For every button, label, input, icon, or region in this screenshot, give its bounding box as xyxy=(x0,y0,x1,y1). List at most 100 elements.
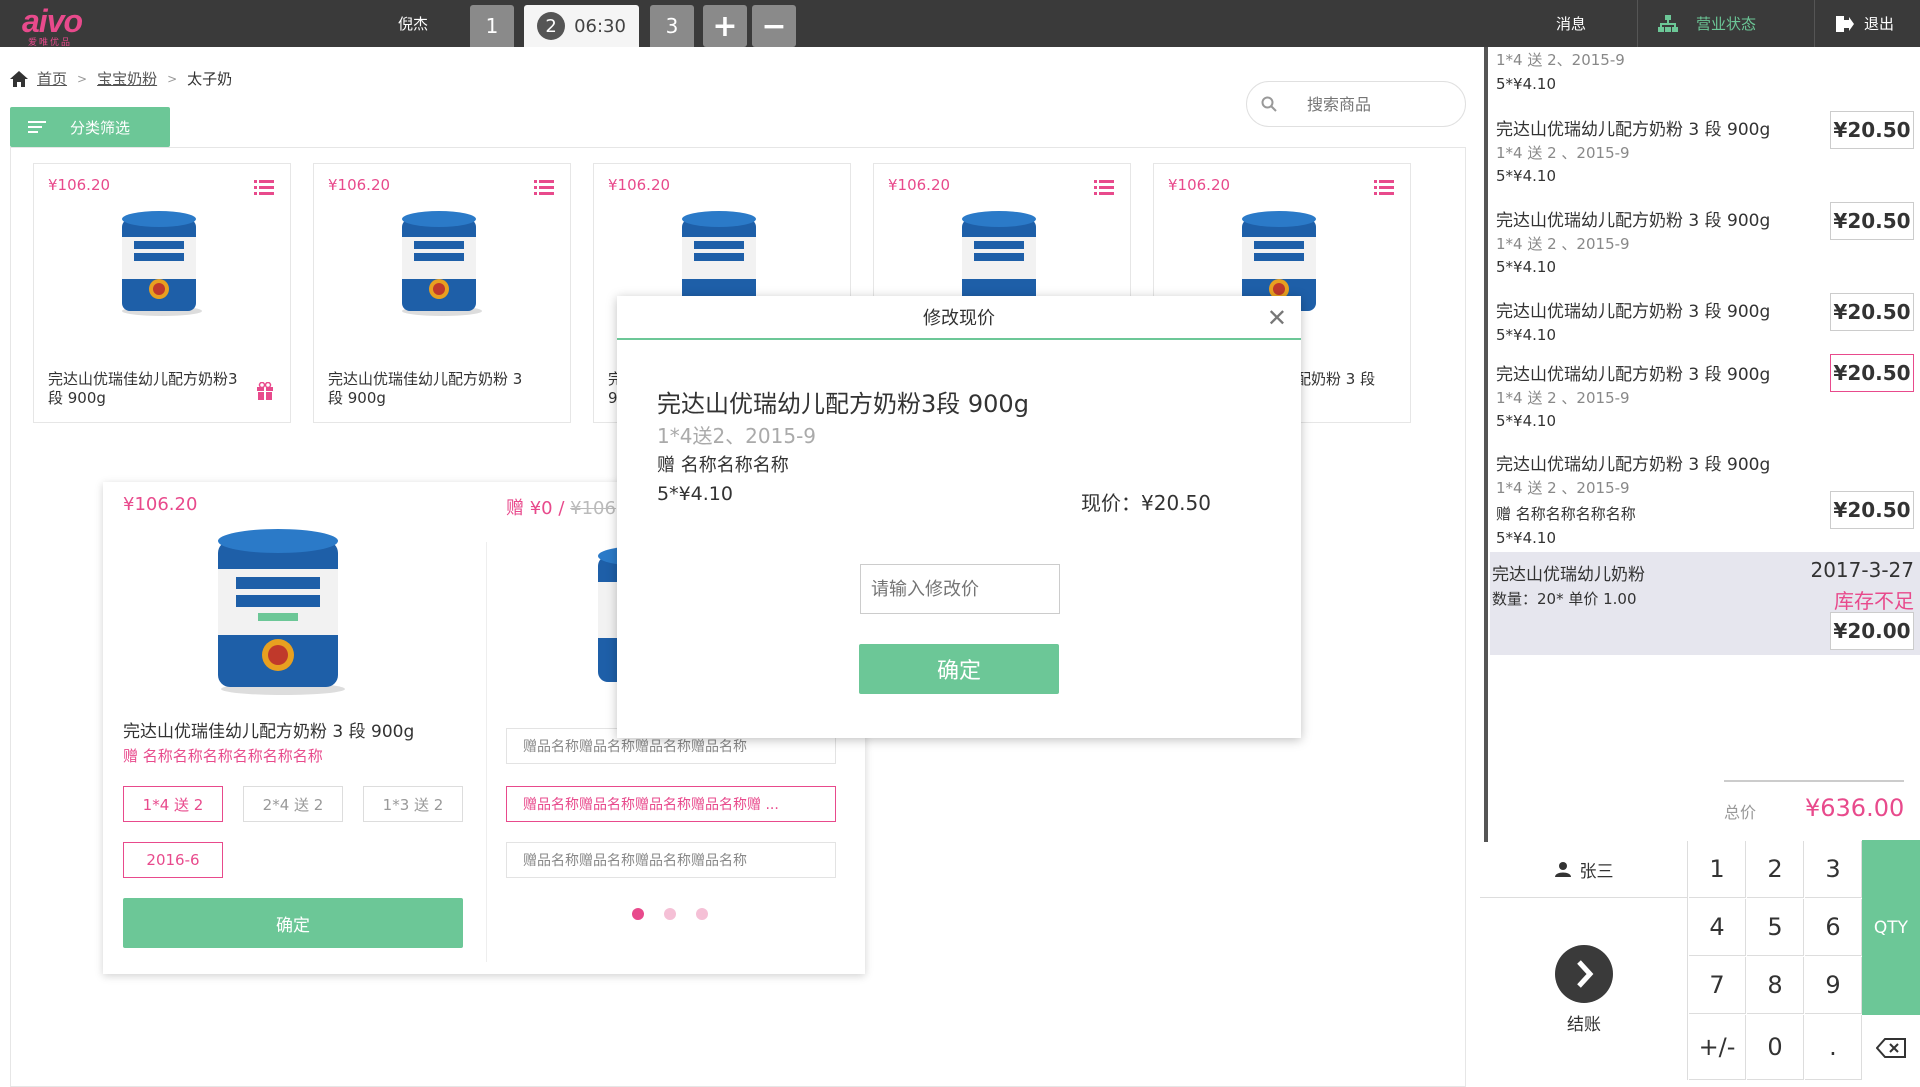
backspace-button[interactable] xyxy=(1862,1015,1920,1080)
product-price: ¥106.20 xyxy=(48,176,111,194)
order-item-qty: 5*¥4.10 xyxy=(1496,167,1556,185)
new-price-input[interactable] xyxy=(860,564,1060,614)
key-3[interactable]: 3 xyxy=(1805,841,1862,898)
order-item-spec: 1*4 送 2 、2015-9 xyxy=(1496,389,1630,407)
order-item-name: 完达山优瑞幼儿配方奶粉 3 段 900g xyxy=(1496,455,1771,475)
promo-option[interactable]: 2*4 送 2 xyxy=(243,786,343,822)
modal-title: 修改现价 xyxy=(617,296,1301,340)
messages-button[interactable]: 消息 xyxy=(1556,0,1586,47)
key-1[interactable]: 1 xyxy=(1689,841,1746,898)
cashier-name: 倪杰 xyxy=(398,15,429,33)
product-name: 完达山优瑞佳幼儿配方奶粉 3 段 900g xyxy=(328,370,523,407)
tab-order-2[interactable]: 2 06:30 xyxy=(524,5,639,47)
order-item[interactable]: 完达山优瑞幼儿配方奶粉 3 段 900g 1*4 送 2 、2015-9 5*¥… xyxy=(1490,107,1920,197)
home-icon[interactable] xyxy=(10,70,28,87)
member-button[interactable]: 张三 xyxy=(1480,841,1688,898)
checkout-button[interactable]: 结账 xyxy=(1480,898,1688,1080)
remove-tab-button[interactable]: − xyxy=(752,5,796,47)
category-filter-button[interactable]: 分类筛选 xyxy=(10,107,170,147)
total-divider xyxy=(1724,780,1904,782)
order-item-qty: 5*¥4.10 xyxy=(1496,258,1556,276)
order-item-name: 完达山优瑞幼儿配方奶粉 3 段 900g xyxy=(1496,120,1771,140)
order-item-qty: 5*¥4.10 xyxy=(1496,412,1556,430)
gift-item[interactable]: 赠品名称赠品名称赠品名称赠品名称 xyxy=(506,842,836,878)
backspace-icon xyxy=(1876,1037,1906,1058)
order-item[interactable]: 完达山优瑞幼儿配方奶粉 3 段 900g 1*4 送 2 、2015-9 赠 名… xyxy=(1490,442,1920,552)
total-amount: ¥636.00 xyxy=(1805,794,1905,822)
modify-price-modal: 修改现价 ✕ 完达山优瑞幼儿配方奶粉3段 900g 1*4送2、2015-9 赠… xyxy=(617,296,1301,738)
top-bar: aivo 爱唯优品 倪杰 1 2 06:30 3 + − 消息 营业状态 退出 xyxy=(0,0,1920,48)
low-stock-warning: 库存不足 xyxy=(1834,589,1914,613)
key-7[interactable]: 7 xyxy=(1689,957,1746,1014)
business-status-button[interactable]: 营业状态 xyxy=(1658,0,1756,47)
promo-option[interactable]: 1*4 送 2 xyxy=(123,786,223,822)
order-item-price-button[interactable]: ¥20.50 xyxy=(1830,491,1914,529)
business-status-label: 营业状态 xyxy=(1696,15,1757,33)
popup-divider xyxy=(486,542,487,962)
user-icon xyxy=(1554,862,1571,877)
order-item-qty: 5*¥4.10 xyxy=(1496,326,1556,344)
breadcrumb-current: 太子奶 xyxy=(187,70,233,88)
plus-icon: + xyxy=(712,8,738,44)
aivo-logo: aivo 爱唯优品 xyxy=(22,3,97,48)
key-0[interactable]: 0 xyxy=(1747,1015,1804,1080)
product-card[interactable]: ¥106.20 完达山优瑞佳幼儿配方奶粉 3 段 900g xyxy=(313,163,571,423)
batch-date-option[interactable]: 2016-6 xyxy=(123,842,223,878)
chevron-right-icon xyxy=(1555,945,1613,1003)
logout-button[interactable]: 退出 xyxy=(1836,0,1894,47)
order-item-price-button[interactable]: ¥20.50 xyxy=(1830,293,1914,331)
order-item[interactable]: 完达山优瑞幼儿配方奶粉 3 段 900g 5*¥4.10 ¥20.50 xyxy=(1490,289,1920,355)
modal-confirm-button[interactable]: 确定 xyxy=(859,644,1059,694)
order-item-price-button[interactable]: ¥20.50 xyxy=(1830,111,1914,149)
key-9[interactable]: 9 xyxy=(1805,957,1862,1014)
product-price: ¥106.20 xyxy=(328,176,391,194)
add-tab-button[interactable]: + xyxy=(703,5,747,47)
list-icon[interactable] xyxy=(534,180,554,196)
order-item-low-stock[interactable]: 完达山优瑞幼儿奶粉 数量：20* 单价 1.00 2017-3-27 库存不足 … xyxy=(1490,552,1920,655)
member-name: 张三 xyxy=(1579,861,1614,882)
list-icon[interactable] xyxy=(254,180,274,196)
pager-dot[interactable] xyxy=(664,908,676,920)
list-icon[interactable] xyxy=(1374,180,1394,196)
milk-can-image xyxy=(402,211,482,316)
order-item-price-button[interactable]: ¥20.50 xyxy=(1830,354,1914,392)
order-item-price-button[interactable]: ¥20.00 xyxy=(1830,612,1914,650)
pager-dot[interactable] xyxy=(696,908,708,920)
breadcrumb-category-link[interactable]: 宝宝奶粉 xyxy=(97,68,157,89)
popup-product-name: 完达山优瑞佳幼儿配方奶粉 3 段 900g xyxy=(123,722,415,742)
promo-option[interactable]: 1*3 送 2 xyxy=(363,786,463,822)
key-2[interactable]: 2 xyxy=(1747,841,1804,898)
order-item-detail: 数量：20* 单价 1.00 xyxy=(1492,590,1637,608)
tab-number-badge: 2 xyxy=(537,12,566,40)
order-item[interactable]: 完达山优瑞幼儿配方奶粉 3 段 900g 1*4 送 2 、2015-9 5*¥… xyxy=(1490,352,1920,442)
key-4[interactable]: 4 xyxy=(1689,899,1746,956)
menu-lines-icon xyxy=(28,118,46,136)
key-decimal[interactable]: . xyxy=(1805,1015,1862,1080)
modal-product-name: 完达山优瑞幼儿配方奶粉3段 900g xyxy=(657,390,1029,418)
key-plus-minus[interactable]: +/- xyxy=(1689,1015,1746,1080)
popup-confirm-button[interactable]: 确定 xyxy=(123,898,463,948)
modal-qty: 5*¥4.10 xyxy=(657,483,733,505)
checkout-label: 结账 xyxy=(1567,1015,1601,1035)
product-card[interactable]: ¥106.20 完达山优瑞佳幼儿配方奶粉3 段 900g xyxy=(33,163,291,423)
key-6[interactable]: 6 xyxy=(1805,899,1862,956)
logo-text: aivo xyxy=(22,3,83,39)
close-icon[interactable]: ✕ xyxy=(1267,304,1287,332)
gift-icon[interactable] xyxy=(256,382,274,400)
order-item-qty: 5*¥4.10 xyxy=(1496,75,1556,93)
search-input[interactable] xyxy=(1307,94,1447,114)
tab-order-3[interactable]: 3 xyxy=(650,5,694,47)
breadcrumb-home-link[interactable]: 首页 xyxy=(37,68,67,89)
order-item[interactable]: 完达山优瑞幼儿配方奶粉 3 段 900g 1*4 送 2 、2015-9 5*¥… xyxy=(1490,198,1920,288)
order-item[interactable]: 1*4 送 2、2015-9 5*¥4.10 xyxy=(1490,47,1920,95)
order-item-price-button[interactable]: ¥20.50 xyxy=(1830,202,1914,240)
pager-dot[interactable] xyxy=(632,908,644,920)
tab-order-1[interactable]: 1 xyxy=(470,5,514,47)
search-box[interactable] xyxy=(1246,81,1466,127)
gift-item[interactable]: 赠品名称赠品名称赠品名称赠品名称赠 ... xyxy=(506,786,836,822)
divider xyxy=(1814,0,1815,47)
key-5[interactable]: 5 xyxy=(1747,899,1804,956)
key-8[interactable]: 8 xyxy=(1747,957,1804,1014)
qty-button[interactable]: QTY xyxy=(1862,840,1920,1015)
list-icon[interactable] xyxy=(1094,180,1114,196)
